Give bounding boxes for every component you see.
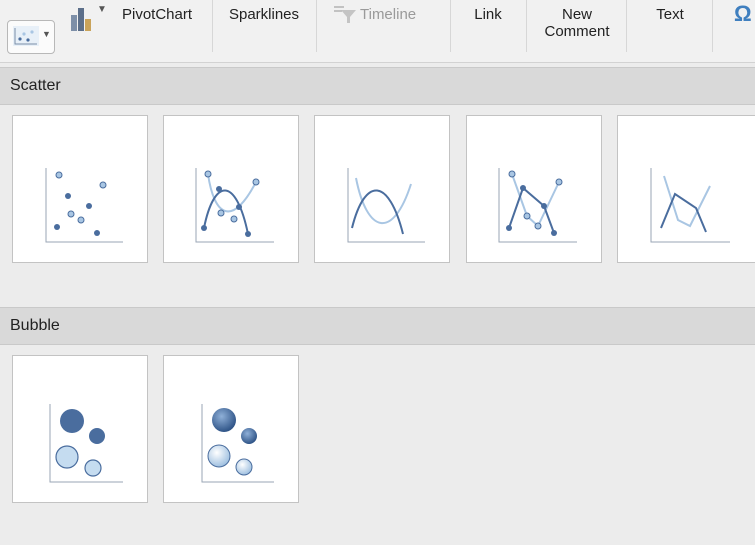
pivotchart-icon	[71, 8, 91, 31]
sparklines-button[interactable]: Sparklines	[218, 0, 310, 52]
ribbon-separator	[316, 0, 317, 52]
symbol-icon[interactable]: Ω	[734, 1, 752, 27]
bubble-3d-icon	[201, 404, 274, 483]
bubble-icon	[49, 404, 123, 483]
scatter-smooth-lines-icon	[347, 168, 425, 243]
new-comment-button[interactable]: New Comment	[532, 0, 622, 52]
text-label: Text	[656, 6, 684, 23]
link-label: Link	[474, 6, 502, 23]
scatter-smooth-lines-option[interactable]	[314, 115, 450, 263]
bubble-3d-option[interactable]	[163, 355, 299, 503]
ribbon-separator	[212, 0, 213, 52]
scatter-markers-only-icon	[45, 168, 123, 243]
link-button[interactable]: Link	[456, 0, 520, 52]
ribbon-separator	[626, 0, 627, 52]
bubble-section-header: Bubble	[0, 307, 755, 345]
ribbon-separator	[526, 0, 527, 52]
scatter-smooth-lines-markers-icon	[195, 168, 274, 243]
scatter-section-title: Scatter	[10, 77, 61, 94]
ribbon-toolbar: ▼ ▼ PivotChart Sparklines Timeline Link …	[0, 0, 755, 63]
scatter-straight-lines-markers-icon	[498, 168, 577, 243]
scatter-chart-dropdown-button[interactable]: ▼	[7, 20, 55, 54]
timeline-label: Timeline	[360, 6, 417, 23]
ribbon-separator	[712, 0, 713, 52]
bubble-option[interactable]	[12, 355, 148, 503]
ribbon-separator	[450, 0, 451, 52]
scatter-straight-lines-option[interactable]	[617, 115, 755, 263]
scatter-smooth-lines-markers-option[interactable]	[163, 115, 299, 263]
new-comment-label-line2: Comment	[544, 23, 610, 40]
scatter-chart-icon	[13, 26, 39, 46]
scatter-section-header: Scatter	[0, 67, 755, 105]
pivotchart-label: PivotChart	[121, 6, 193, 23]
bubble-section-title: Bubble	[10, 317, 60, 334]
new-comment-label-line1: New	[561, 6, 592, 23]
filter-funnel-icon	[334, 6, 356, 23]
chevron-down-icon: ▼	[97, 4, 107, 15]
sparklines-label: Sparklines	[228, 6, 300, 23]
timeline-button[interactable]: Timeline	[322, 0, 444, 52]
scatter-straight-lines-icon	[650, 168, 730, 243]
text-button[interactable]: Text	[632, 0, 708, 52]
scatter-markers-only-option[interactable]	[12, 115, 148, 263]
scatter-straight-lines-markers-option[interactable]	[466, 115, 602, 263]
chevron-down-icon: ▼	[42, 29, 51, 39]
pivotchart-button[interactable]: PivotChart	[108, 0, 206, 52]
